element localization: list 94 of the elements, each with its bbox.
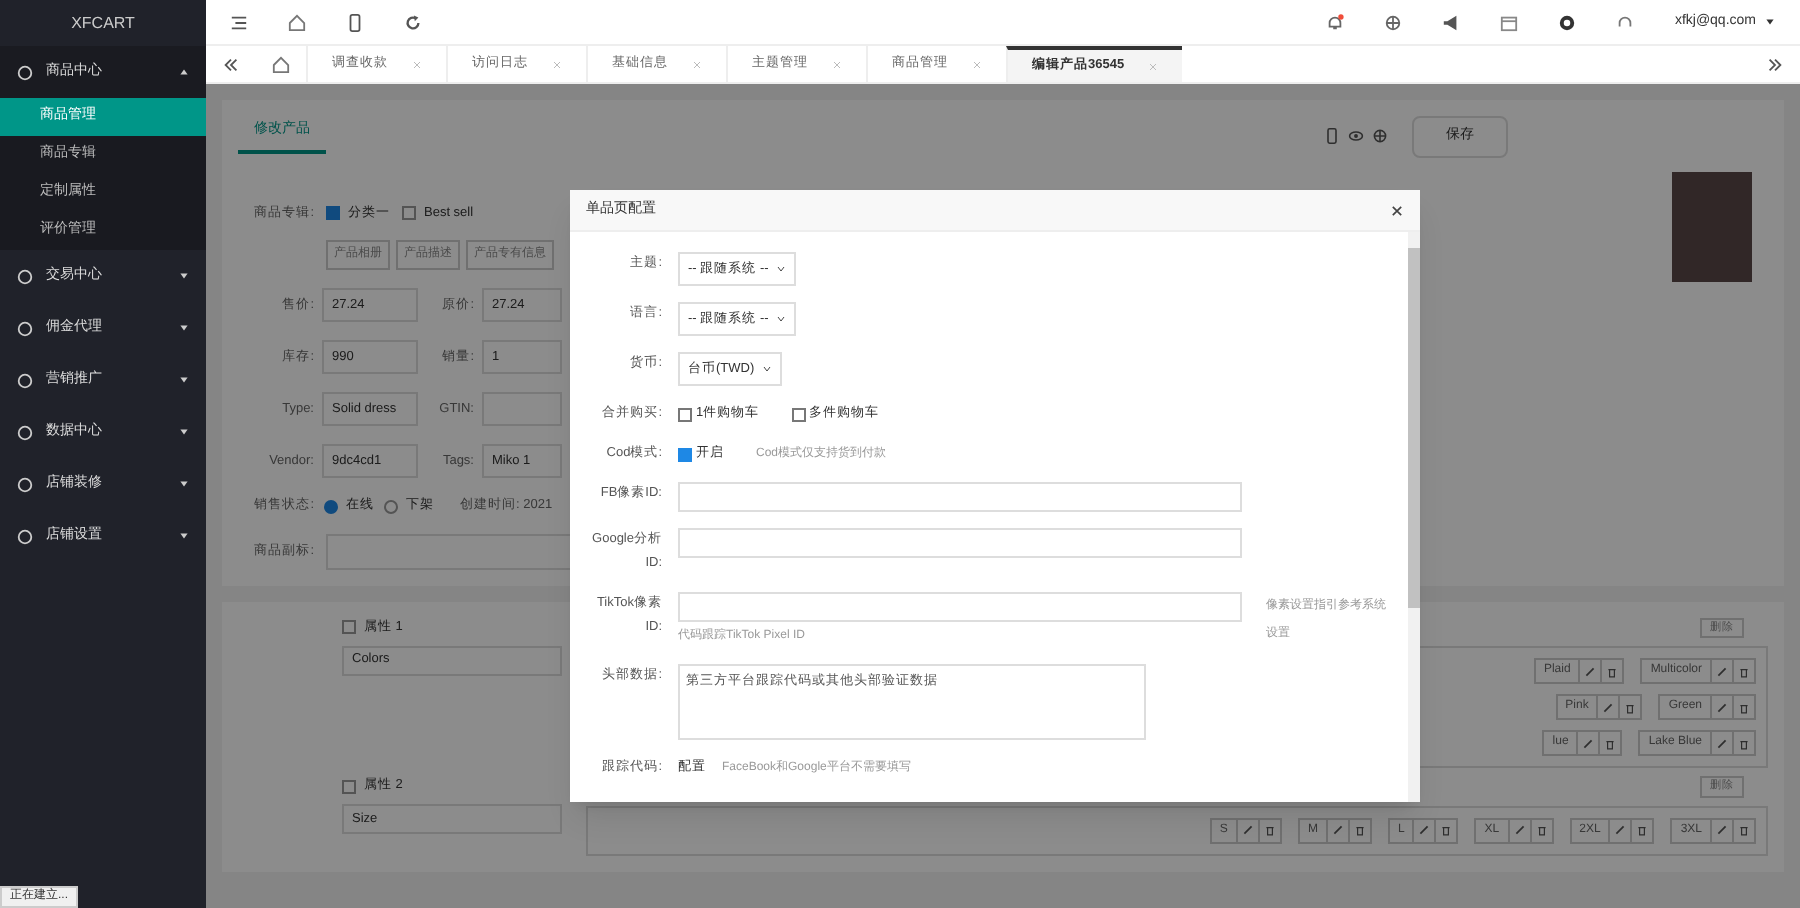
checkbox[interactable] (791, 407, 806, 421)
close-icon (552, 59, 562, 69)
close-icon (832, 59, 842, 69)
trash-icon (1738, 824, 1750, 836)
pencil-icon (1584, 665, 1597, 678)
edit-button[interactable] (1710, 696, 1732, 719)
checkbox[interactable] (342, 779, 356, 794)
delete-button[interactable] (1732, 819, 1754, 841)
chevron-down-icon (776, 264, 787, 274)
trash-icon (1535, 824, 1548, 836)
double-left-icon (222, 55, 240, 73)
text-input[interactable] (678, 482, 1242, 512)
refresh-icon (404, 13, 422, 31)
trash-icon (1738, 737, 1750, 750)
close-icon (1390, 203, 1404, 217)
delete-button[interactable] (1529, 819, 1552, 841)
caret-icon (178, 322, 190, 334)
menu-item-icon (16, 423, 34, 441)
pencil-icon (1716, 824, 1728, 836)
checkbox[interactable] (402, 205, 416, 220)
trash-icon (1263, 824, 1276, 836)
globe-icon (1384, 13, 1403, 31)
edit-button[interactable] (1235, 819, 1258, 841)
pencil-icon (1716, 737, 1728, 750)
close-icon (972, 59, 982, 69)
close-icon (412, 59, 422, 69)
edit-button[interactable] (1710, 660, 1732, 683)
checkbox[interactable] (326, 205, 340, 220)
theme-icon (1558, 13, 1577, 31)
menu-item-icon (16, 371, 34, 389)
caret-icon (178, 530, 190, 542)
delete-button[interactable] (1257, 819, 1280, 841)
trash-icon (1624, 701, 1637, 714)
pencil-icon (1513, 824, 1526, 836)
delete-button[interactable] (1732, 660, 1754, 683)
close-icon (1148, 61, 1159, 71)
globe-icon (1372, 128, 1388, 145)
pencil-icon (1582, 737, 1595, 750)
menu-item-icon (16, 527, 34, 545)
headset-icon (1616, 13, 1635, 31)
pencil-icon (1614, 824, 1627, 836)
calendar-icon (1500, 13, 1519, 31)
bell-icon (1326, 13, 1345, 31)
caret-icon (1764, 16, 1776, 28)
photo-placeholder (1672, 172, 1752, 282)
scrollbar[interactable] (1408, 232, 1420, 802)
menu-item-icon (16, 475, 34, 493)
caret-icon (178, 426, 190, 438)
pencil-icon (1716, 701, 1728, 714)
caret-icon (178, 270, 190, 282)
delete-button[interactable] (1732, 696, 1754, 719)
trash-icon (1738, 665, 1750, 678)
radio-button[interactable] (384, 499, 398, 514)
delete-button[interactable] (1732, 732, 1754, 755)
trash-icon (1440, 824, 1453, 836)
megaphone-icon (1442, 13, 1461, 31)
text-input[interactable] (678, 592, 1242, 622)
trash-icon (1604, 737, 1617, 750)
menu-item-icon (16, 267, 34, 285)
menu-item-icon (16, 63, 34, 81)
brand-logo: XFCART (69, 11, 137, 35)
close-icon (692, 59, 702, 69)
trash-icon (1353, 824, 1366, 836)
home-icon (272, 55, 290, 73)
caret-icon (178, 374, 190, 386)
checkbox[interactable] (342, 620, 356, 635)
edit-button[interactable] (1710, 732, 1732, 755)
eye-icon (1348, 128, 1364, 145)
trash-icon (1636, 824, 1649, 836)
edit-button[interactable] (1325, 819, 1348, 841)
home-icon (288, 13, 306, 31)
phone-icon (1324, 128, 1340, 145)
pencil-icon (1602, 701, 1615, 714)
checkbox[interactable] (678, 407, 692, 421)
pencil-icon (1716, 665, 1728, 678)
pencil-icon (1418, 824, 1431, 836)
pencil-icon (1241, 824, 1254, 836)
text-input[interactable] (678, 528, 1242, 558)
radio-button[interactable] (324, 499, 338, 514)
edit-button[interactable] (1710, 819, 1732, 841)
trash-icon (1606, 665, 1619, 678)
delete-button[interactable] (1347, 819, 1370, 841)
chevron-down-icon (762, 364, 773, 374)
double-right-icon (1766, 55, 1784, 73)
menu-icon (230, 13, 248, 31)
checkbox[interactable] (678, 447, 692, 461)
phone-icon (346, 13, 364, 31)
chevron-down-icon (776, 314, 787, 324)
pencil-icon (1331, 824, 1344, 836)
menu-item-icon (16, 319, 34, 337)
trash-icon (1738, 701, 1750, 714)
caret-icon (178, 478, 190, 490)
edit-button[interactable] (1507, 819, 1530, 841)
caret-icon (178, 66, 190, 78)
